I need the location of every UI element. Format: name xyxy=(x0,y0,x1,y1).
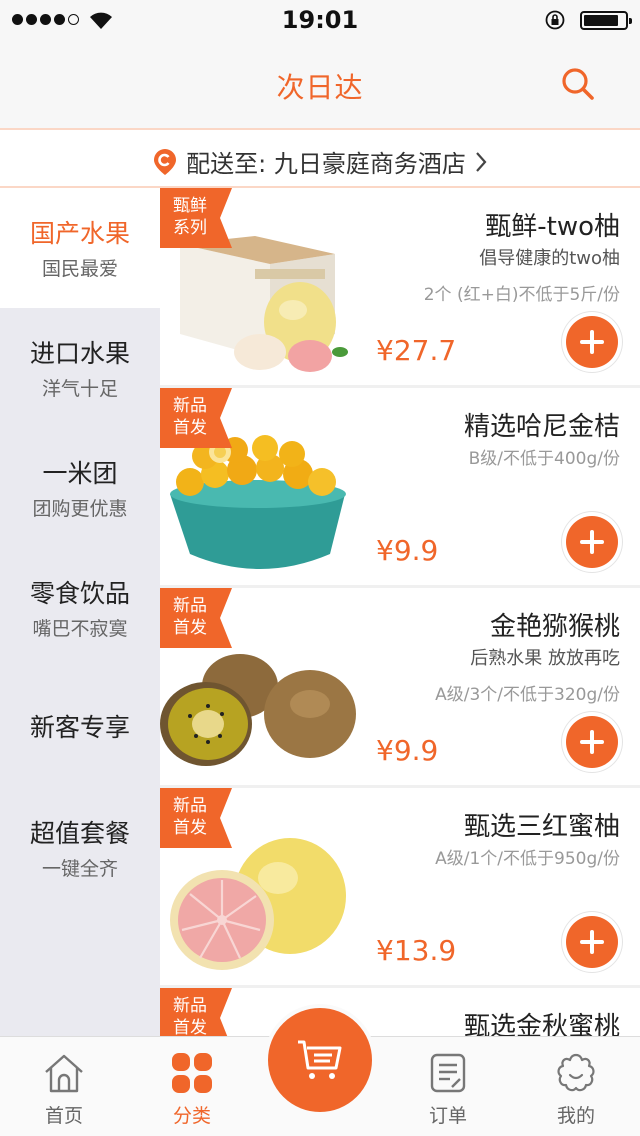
product-tag: 新品 首发 xyxy=(160,788,232,848)
chevron-right-icon xyxy=(476,151,487,172)
product-image xyxy=(170,435,346,569)
product-spec: A级/3个/不低于320g/份 xyxy=(435,685,620,705)
add-to-cart-button[interactable] xyxy=(566,316,618,368)
category-title: 新客专享 xyxy=(29,713,130,742)
product-tag: 新品 首发 xyxy=(160,588,232,648)
category-sidebar: 国产水果 国民最爱 进口水果 洋气十足 一米团 团购更优惠 零食饮品 嘴巴不寂寞… xyxy=(0,188,160,1036)
add-to-cart-button[interactable] xyxy=(566,716,618,768)
category-subtitle: 国民最爱 xyxy=(41,258,118,280)
delivery-address: 配送至: 九日豪庭商务酒店 xyxy=(186,150,466,178)
cart-button[interactable] xyxy=(264,1004,376,1116)
category-title: 零食饮品 xyxy=(29,579,130,608)
product-price: ¥9.9 xyxy=(376,734,439,767)
product-image xyxy=(160,654,356,766)
category-subtitle: 洋气十足 xyxy=(41,378,118,400)
product-price: ¥13.9 xyxy=(376,934,457,967)
status-time: 19:01 xyxy=(281,6,359,34)
status-bar: 19:01 xyxy=(0,0,640,40)
profile-flower-icon xyxy=(557,1053,595,1092)
tab-label: 我的 xyxy=(556,1105,595,1127)
product-spec: 2个 (红+白)不低于5斤/份 xyxy=(423,285,620,305)
product-tag: 新品 首发 xyxy=(160,388,232,448)
category-group-buy[interactable]: 一米团 团购更优惠 xyxy=(0,428,160,548)
add-to-cart-button[interactable] xyxy=(566,516,618,568)
nav-bar: 次日达 xyxy=(0,40,640,128)
tab-me[interactable]: 我的 xyxy=(512,1037,640,1136)
product-name: 金艳猕猴桃 xyxy=(489,612,620,642)
product-price: ¥9.9 xyxy=(376,534,439,567)
category-title: 超值套餐 xyxy=(29,819,130,848)
product-tag: 甄鲜 系列 xyxy=(160,188,232,248)
tab-label: 首页 xyxy=(44,1105,83,1127)
product-name: 甄选金秋蜜桃 xyxy=(463,1012,620,1036)
orientation-lock-icon xyxy=(545,10,565,30)
cart-icon xyxy=(298,1040,342,1079)
product-description: 倡导健康的two柚 xyxy=(479,248,620,269)
tab-category[interactable]: 分类 xyxy=(128,1037,256,1136)
delivery-address-bar[interactable]: 配送至: 九日豪庭商务酒店 xyxy=(0,128,640,188)
tab-label: 订单 xyxy=(428,1105,467,1127)
tab-label: 分类 xyxy=(172,1105,211,1127)
category-domestic-fruit[interactable]: 国产水果 国民最爱 xyxy=(0,188,160,308)
category-value-bundles[interactable]: 超值套餐 一键全齐 xyxy=(0,788,160,908)
add-to-cart-button[interactable] xyxy=(566,916,618,968)
product-card[interactable]: 新品 首发 精选哈尼金桔 B级/不低于400g/份 ¥9.9 xyxy=(160,388,640,585)
category-title: 进口水果 xyxy=(29,339,130,368)
battery-icon xyxy=(580,11,632,30)
product-name: 甄鲜-two柚 xyxy=(485,212,620,242)
tab-home[interactable]: 首页 xyxy=(0,1037,128,1136)
category-subtitle: 团购更优惠 xyxy=(32,498,128,520)
home-icon xyxy=(45,1054,83,1093)
search-icon[interactable] xyxy=(560,66,596,102)
product-spec: A级/1个/不低于950g/份 xyxy=(435,849,620,869)
category-grid-icon xyxy=(172,1053,212,1093)
product-image xyxy=(170,838,346,970)
product-spec: B级/不低于400g/份 xyxy=(468,449,620,469)
product-card[interactable]: 新品 首发 甄选三红蜜柚 A级/1个/不低于950g/份 ¥13.9 xyxy=(160,788,640,985)
category-subtitle: 一键全齐 xyxy=(41,858,118,880)
category-snacks-drinks[interactable]: 零食饮品 嘴巴不寂寞 xyxy=(0,548,160,668)
order-list-icon xyxy=(430,1053,466,1093)
product-description: 后熟水果 放放再吃 xyxy=(470,648,620,669)
location-pin-icon xyxy=(154,148,177,175)
category-title: 一米团 xyxy=(42,459,118,488)
category-title: 国产水果 xyxy=(29,219,130,248)
product-image xyxy=(180,236,348,372)
product-price: ¥27.7 xyxy=(376,334,457,367)
page-title: 次日达 xyxy=(276,71,364,104)
product-card[interactable]: 新品 首发 金艳猕猴桃 后熟水果 放放再吃 A级/3个/不低于320g/份 ¥9.… xyxy=(160,588,640,785)
category-subtitle: 嘴巴不寂寞 xyxy=(32,618,128,640)
product-name: 精选哈尼金桔 xyxy=(463,412,620,442)
tab-orders[interactable]: 订单 xyxy=(384,1037,512,1136)
product-list: 甄鲜 系列 甄鲜-two柚 倡导健康的two柚 2个 (红+白)不低于5斤/份 ¥… xyxy=(160,188,640,1036)
product-tag: 新品 首发 xyxy=(160,988,232,1036)
category-imported-fruit[interactable]: 进口水果 洋气十足 xyxy=(0,308,160,428)
product-card[interactable]: 甄鲜 系列 甄鲜-two柚 倡导健康的two柚 2个 (红+白)不低于5斤/份 ¥… xyxy=(160,188,640,385)
product-name: 甄选三红蜜柚 xyxy=(463,812,620,842)
category-new-customer[interactable]: 新客专享 xyxy=(0,668,160,788)
product-card[interactable]: 新品 首发 甄选金秋蜜桃 xyxy=(160,988,640,1036)
